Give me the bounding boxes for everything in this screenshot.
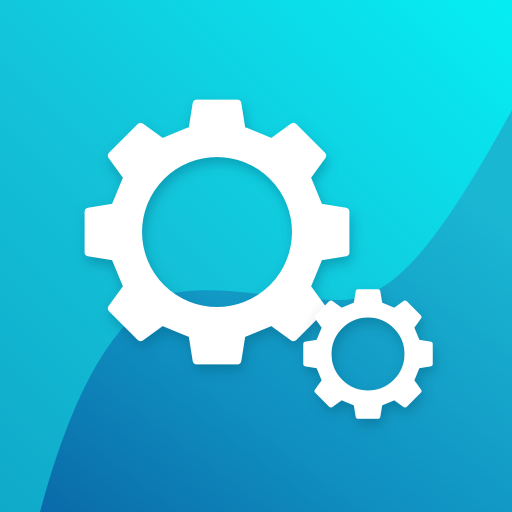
app-icon xyxy=(0,0,512,512)
app-icon-canvas xyxy=(0,0,512,512)
